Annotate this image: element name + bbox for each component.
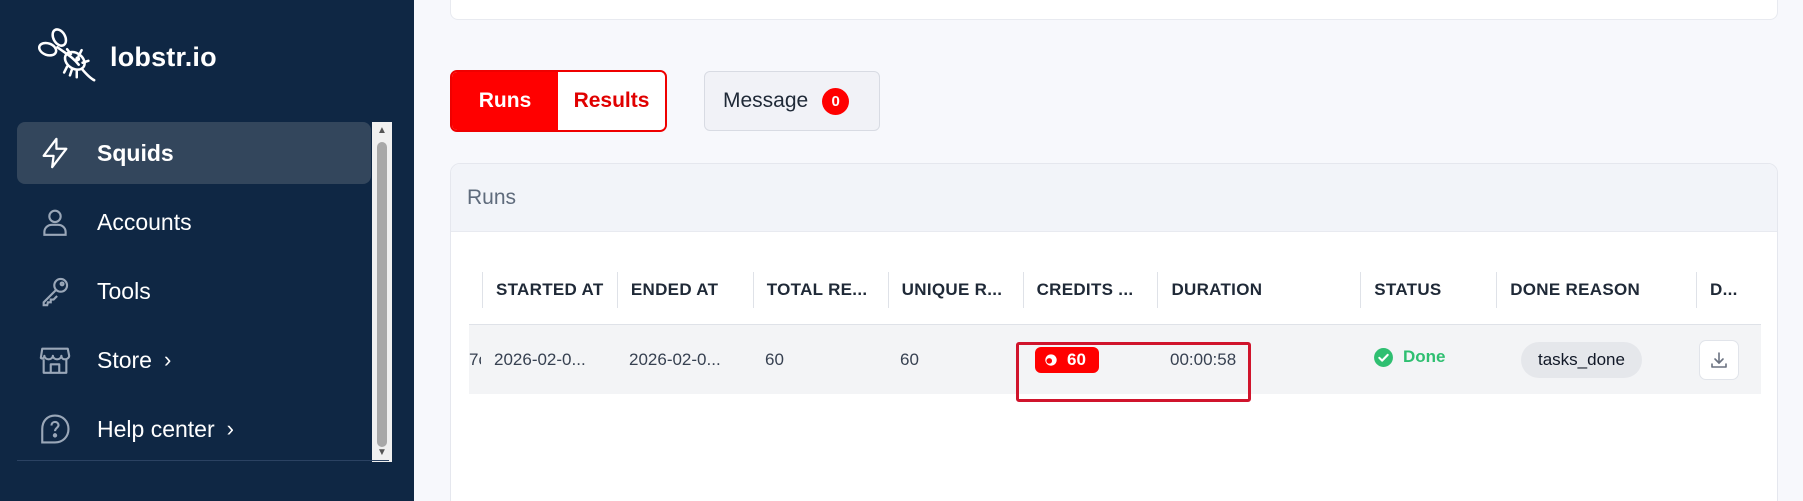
cell-started-at: 2026-02-0...: [494, 349, 586, 369]
top-card: [450, 0, 1778, 20]
column-header-duration[interactable]: DURATION: [1157, 272, 1360, 308]
column-header-total-results[interactable]: TOTAL RE...: [752, 272, 888, 308]
credits-value: 60: [1067, 349, 1086, 369]
scroll-thumb[interactable]: [377, 142, 387, 447]
table-header-row: STARTED AT ENDED AT TOTAL RE... UNIQUE R…: [469, 256, 1761, 325]
scroll-up-icon[interactable]: ▲: [372, 122, 392, 140]
sidebar: lobstr.io Squids Accounts Tools Store › …: [0, 0, 414, 501]
column-header-credits[interactable]: CREDITS ...: [1022, 272, 1158, 308]
help-icon: [35, 409, 75, 449]
column-header-ended-at[interactable]: ENDED AT: [616, 272, 753, 308]
coin-icon: [1045, 353, 1057, 366]
cell-unique-results: 60: [900, 349, 919, 369]
cell-credits: 60: [1022, 346, 1157, 373]
message-button[interactable]: Message 0: [704, 71, 880, 131]
sidebar-item-store[interactable]: Store ›: [17, 329, 371, 391]
sidebar-item-label: Store: [97, 346, 152, 373]
column-header-unique-results[interactable]: UNIQUE R...: [887, 272, 1023, 308]
sidebar-item-label: Accounts: [97, 208, 192, 235]
column-header-status[interactable]: STATUS: [1360, 272, 1496, 308]
runs-table: STARTED AT ENDED AT TOTAL RE... UNIQUE R…: [469, 256, 1761, 394]
tab-runs[interactable]: Runs: [452, 72, 558, 130]
logo[interactable]: lobstr.io: [37, 24, 217, 91]
sidebar-item-tools[interactable]: Tools: [17, 260, 371, 322]
lobster-logo-icon: [37, 24, 100, 91]
sidebar-item-squids[interactable]: Squids: [17, 122, 371, 184]
cell-duration: 00:00:58: [1170, 349, 1237, 369]
column-header-cut: [469, 272, 482, 308]
sidebar-divider: [17, 460, 389, 461]
download-button[interactable]: [1699, 339, 1739, 380]
chevron-right-icon: ›: [226, 416, 234, 441]
runs-card: Runs STARTED AT ENDED AT TOTAL RE... UNI…: [450, 163, 1778, 501]
cell-total-results: 60: [765, 349, 784, 369]
column-header-started-at[interactable]: STARTED AT: [482, 272, 617, 308]
column-header-done-reason[interactable]: DONE REASON: [1496, 272, 1696, 308]
check-circle-icon: [1374, 347, 1393, 367]
sidebar-item-label: Help center: [97, 415, 215, 442]
sidebar-item-label: Squids: [97, 139, 174, 166]
sidebar-item-label: Tools: [97, 277, 151, 304]
column-header-download[interactable]: D...: [1696, 272, 1761, 308]
cell-done-reason: tasks_done: [1496, 341, 1696, 378]
tab-results[interactable]: Results: [558, 72, 665, 130]
app-name: lobstr.io: [110, 41, 217, 72]
cell-status: Done: [1360, 347, 1496, 373]
table-row[interactable]: 7c 2026-02-0... 2026-02-0... 60 60 60 00…: [469, 325, 1761, 394]
message-label: Message: [723, 89, 809, 112]
download-icon: [1711, 351, 1727, 368]
sidebar-item-help-center[interactable]: Help center ›: [17, 398, 371, 460]
sidebar-item-accounts[interactable]: Accounts: [17, 191, 371, 253]
message-count-badge: 0: [822, 87, 850, 115]
user-icon: [35, 202, 75, 242]
done-reason-chip: tasks_done: [1521, 341, 1642, 378]
sidebar-scrollbar[interactable]: ▲ ▼: [372, 122, 392, 462]
store-icon: [35, 340, 75, 380]
lightning-icon: [35, 133, 75, 173]
status-text: Done: [1403, 347, 1446, 366]
status-badge: Done: [1373, 347, 1446, 368]
sidebar-nav: Squids Accounts Tools Store › Help cente…: [17, 122, 371, 467]
cell-ended-at: 2026-02-0...: [629, 349, 721, 369]
runs-card-title: Runs: [451, 164, 1777, 232]
key-icon: [35, 271, 75, 311]
cell-cut: 7c: [469, 349, 481, 369]
view-toggle: Runs Results: [450, 70, 667, 132]
chevron-right-icon: ›: [163, 347, 172, 372]
cell-download: [1696, 339, 1761, 380]
credits-badge: 60: [1035, 346, 1099, 373]
